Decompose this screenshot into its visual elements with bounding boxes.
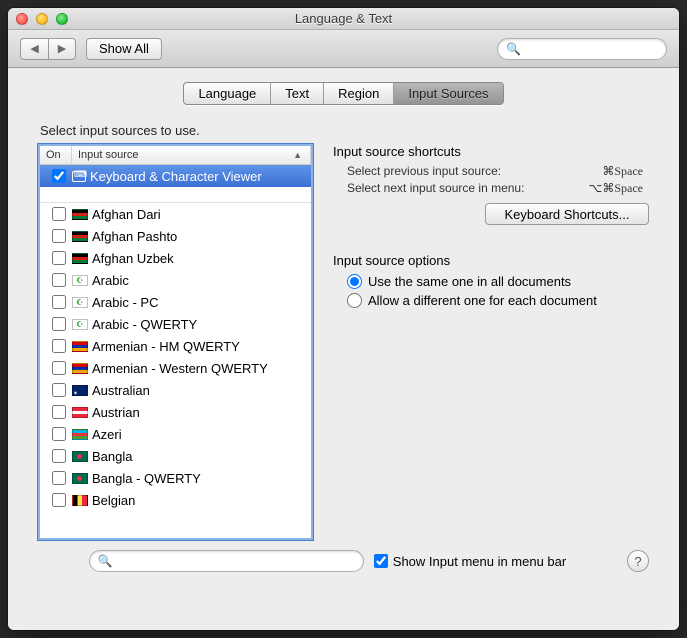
titlebar[interactable]: Language & Text	[8, 8, 679, 30]
show-input-menu-checkbox[interactable]: Show Input menu in menu bar	[374, 554, 566, 569]
list-item[interactable]: ☪ Arabic	[40, 269, 311, 291]
flag-icon	[72, 341, 88, 352]
list-item[interactable]: ☪ Arabic - PC	[40, 291, 311, 313]
source-name: Bangla	[92, 449, 132, 464]
column-on[interactable]: On	[40, 146, 72, 165]
source-checkbox[interactable]	[52, 383, 66, 397]
source-checkbox[interactable]	[52, 229, 66, 243]
flag-icon: ✶	[72, 385, 88, 396]
column-input-source[interactable]: Input source ▲	[72, 146, 311, 165]
source-name: Armenian - Western QWERTY	[92, 361, 268, 376]
flag-icon	[72, 253, 88, 264]
flag-icon: ☪	[72, 275, 88, 286]
flag-icon	[72, 407, 88, 418]
source-checkbox[interactable]	[52, 361, 66, 375]
source-name: Austrian	[92, 405, 140, 420]
flag-icon	[72, 429, 88, 440]
back-button[interactable]: ◀	[20, 38, 48, 60]
source-name: Arabic - QWERTY	[92, 317, 197, 332]
source-checkbox[interactable]	[52, 207, 66, 221]
source-name: Bangla - QWERTY	[92, 471, 201, 486]
source-checkbox[interactable]	[52, 449, 66, 463]
nav-segment: ◀ ▶	[20, 38, 76, 60]
flag-icon	[72, 171, 86, 182]
filter-search[interactable]: 🔍	[89, 550, 364, 572]
source-name: Arabic	[92, 273, 129, 288]
list-item[interactable]: ✶ Australian	[40, 379, 311, 401]
shortcut-prev: Select previous input source: ⌘Space	[333, 163, 649, 180]
list-item[interactable]: Bangla	[40, 445, 311, 467]
toolbar-search[interactable]: 🔍	[497, 38, 667, 60]
list-item[interactable]: ☪ Arabic - QWERTY	[40, 313, 311, 335]
window-title: Language & Text	[8, 11, 679, 26]
flag-icon: ☪	[72, 297, 88, 308]
source-name: Afghan Dari	[92, 207, 161, 222]
list-item[interactable]: Keyboard & Character Viewer	[40, 165, 311, 187]
option-same-radio[interactable]: Use the same one in all documents	[333, 272, 649, 291]
help-button[interactable]: ?	[627, 550, 649, 572]
tab-text[interactable]: Text	[271, 83, 324, 104]
source-checkbox[interactable]	[52, 427, 66, 441]
list-item[interactable]: Bangla - QWERTY	[40, 467, 311, 489]
forward-button[interactable]: ▶	[48, 38, 76, 60]
filter-input[interactable]	[117, 554, 355, 568]
shortcut-next: Select next input source in menu: ⌥⌘Spac…	[333, 180, 649, 197]
source-name: Azeri	[92, 427, 122, 442]
source-checkbox[interactable]	[52, 405, 66, 419]
search-icon: 🔍	[506, 42, 521, 56]
tab-input-sources[interactable]: Input Sources	[394, 83, 502, 104]
source-checkbox[interactable]	[52, 295, 66, 309]
source-name: Arabic - PC	[92, 295, 158, 310]
flag-icon	[72, 363, 88, 374]
shortcuts-heading: Input source shortcuts	[333, 144, 649, 159]
body: Language Text Region Input Sources Selec…	[8, 68, 679, 630]
flag-icon	[72, 231, 88, 242]
flag-icon	[72, 451, 88, 462]
toolbar: ◀ ▶ Show All 🔍	[8, 30, 679, 68]
tab-language[interactable]: Language	[184, 83, 271, 104]
source-checkbox[interactable]	[52, 339, 66, 353]
source-checkbox[interactable]	[52, 493, 66, 507]
source-checkbox[interactable]	[52, 317, 66, 331]
list-item[interactable]: Austrian	[40, 401, 311, 423]
tab-bar: Language Text Region Input Sources	[38, 82, 649, 105]
flag-icon	[72, 473, 88, 484]
search-input[interactable]	[525, 42, 679, 56]
options-heading: Input source options	[333, 253, 649, 268]
search-icon: 🔍	[98, 554, 113, 568]
list-item[interactable]: Azeri	[40, 423, 311, 445]
source-name: Armenian - HM QWERTY	[92, 339, 240, 354]
prefs-window: Language & Text ◀ ▶ Show All 🔍 Language …	[8, 8, 679, 630]
input-sources-list[interactable]: On Input source ▲ Keyboard & Character V…	[38, 144, 313, 540]
source-checkbox[interactable]	[52, 471, 66, 485]
instruction-label: Select input sources to use.	[40, 123, 649, 138]
list-item[interactable]: Afghan Pashto	[40, 225, 311, 247]
list-item[interactable]: Afghan Uzbek	[40, 247, 311, 269]
source-checkbox[interactable]	[52, 273, 66, 287]
flag-icon: ☪	[72, 319, 88, 330]
list-item[interactable]: Armenian - Western QWERTY	[40, 357, 311, 379]
tab-region[interactable]: Region	[324, 83, 394, 104]
option-diff-radio[interactable]: Allow a different one for each document	[333, 291, 649, 310]
source-checkbox[interactable]	[52, 169, 66, 183]
flag-icon	[72, 495, 88, 506]
list-item[interactable]: Belgian	[40, 489, 311, 511]
show-all-button[interactable]: Show All	[86, 38, 162, 60]
sort-indicator-icon: ▲	[293, 150, 302, 160]
source-name: Belgian	[92, 493, 135, 508]
source-name: Australian	[92, 383, 150, 398]
source-name: Keyboard & Character Viewer	[90, 169, 262, 184]
source-name: Afghan Pashto	[92, 229, 177, 244]
source-checkbox[interactable]	[52, 251, 66, 265]
keyboard-shortcuts-button[interactable]: Keyboard Shortcuts...	[485, 203, 649, 225]
list-item[interactable]: Armenian - HM QWERTY	[40, 335, 311, 357]
flag-icon	[72, 209, 88, 220]
list-item[interactable]: Afghan Dari	[40, 203, 311, 225]
source-name: Afghan Uzbek	[92, 251, 174, 266]
